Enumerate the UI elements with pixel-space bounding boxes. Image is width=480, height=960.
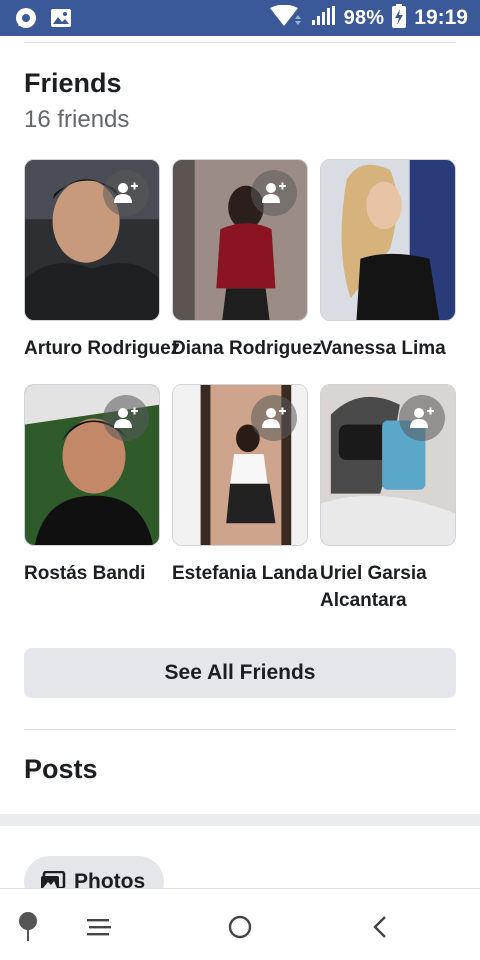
add-friend-icon xyxy=(410,407,434,428)
friends-count: 16 friends xyxy=(24,106,130,133)
friend-card[interactable]: Uriel Garsia Alcantara xyxy=(320,384,456,614)
friend-card[interactable]: Diana Rodriguez xyxy=(172,159,322,362)
friend-card[interactable]: Arturo Rodriguez xyxy=(24,159,180,362)
friends-heading: Friends xyxy=(24,68,122,98)
back-icon xyxy=(373,916,386,938)
pin-icon xyxy=(19,912,37,941)
friend-card[interactable]: Vanessa Lima xyxy=(320,159,456,362)
section-separator xyxy=(0,814,480,826)
add-friend-button[interactable] xyxy=(399,395,445,441)
divider xyxy=(24,42,456,43)
signal-icon xyxy=(310,5,336,31)
battery-charging-icon xyxy=(392,3,407,33)
clock: 19:19 xyxy=(414,6,468,29)
divider xyxy=(24,729,456,730)
see-all-friends-button[interactable]: See All Friends xyxy=(24,648,456,698)
back-button[interactable] xyxy=(360,907,400,947)
friend-name[interactable]: Uriel Garsia Alcantara xyxy=(320,560,456,614)
friend-photo[interactable] xyxy=(320,384,456,546)
home-circle-icon xyxy=(228,915,252,939)
pin-button[interactable] xyxy=(8,907,48,947)
friend-photo[interactable] xyxy=(24,384,160,546)
posts-heading: Posts xyxy=(24,754,98,784)
home-button[interactable] xyxy=(220,907,260,947)
battery-percent: 98% xyxy=(343,6,385,29)
add-friend-button[interactable] xyxy=(251,395,297,441)
friend-photo[interactable] xyxy=(172,159,308,321)
friend-name[interactable]: Diana Rodriguez xyxy=(172,335,324,362)
add-friend-button[interactable] xyxy=(103,395,149,441)
friend-name[interactable]: Estefania Landa xyxy=(172,560,324,587)
add-friend-button[interactable] xyxy=(103,170,149,216)
add-friend-icon xyxy=(114,407,138,428)
friend-photo[interactable] xyxy=(172,384,308,546)
friend-name[interactable]: Vanessa Lima xyxy=(320,335,472,362)
friend-name[interactable]: Arturo Rodriguez xyxy=(24,335,180,362)
messenger-icon xyxy=(14,6,38,35)
friend-photo[interactable] xyxy=(24,159,160,321)
friend-card[interactable]: Rostás Bandi xyxy=(24,384,160,587)
wifi-icon xyxy=(269,4,302,32)
status-bar: 98% 19:19 xyxy=(0,0,480,36)
add-friend-icon xyxy=(262,407,286,428)
menu-icon xyxy=(87,919,111,936)
image-icon xyxy=(50,8,72,33)
system-nav-bar xyxy=(0,888,480,960)
friend-photo[interactable] xyxy=(320,159,456,321)
friend-name[interactable]: Rostás Bandi xyxy=(24,560,176,587)
add-friend-button[interactable] xyxy=(251,170,297,216)
add-friend-icon xyxy=(262,182,286,203)
friend-card[interactable]: Estefania Landa xyxy=(172,384,318,587)
menu-button[interactable] xyxy=(79,907,119,947)
add-friend-icon xyxy=(114,182,138,203)
